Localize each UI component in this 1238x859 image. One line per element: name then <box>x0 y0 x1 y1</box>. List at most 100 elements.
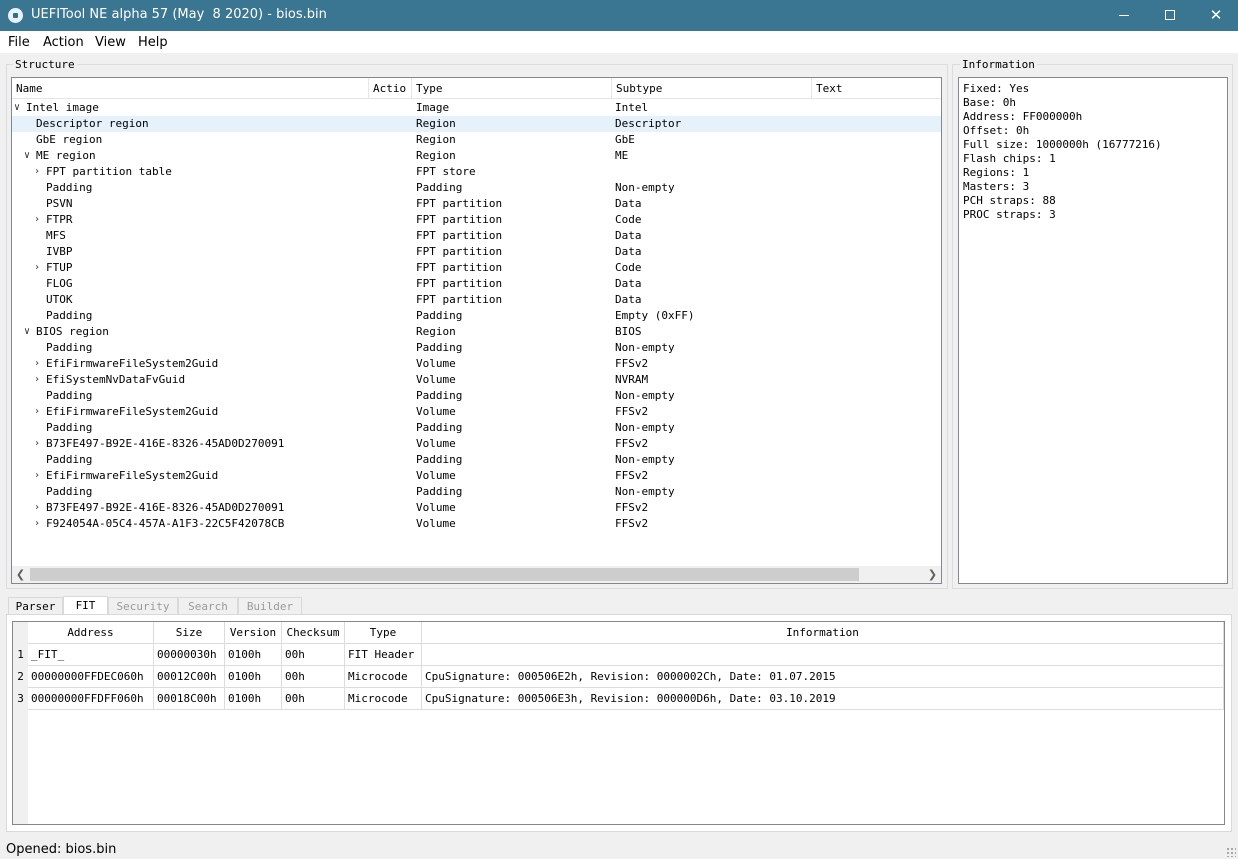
tree-row[interactable]: › F924054A-05C4-457A-A1F3-22C5F42078CB Vol… <box>12 516 941 532</box>
header-subtype[interactable]: Subtype <box>612 78 812 99</box>
menu-action[interactable]: Action <box>43 35 84 50</box>
fit-cell-address: 00000000FFDFF060h <box>28 688 154 710</box>
fit-cell-version: 0100h <box>225 644 282 666</box>
expand-arrow-icon[interactable]: › <box>32 164 42 180</box>
tree-cell-subtype: BIOS <box>615 325 642 338</box>
fit-cell-size: 00018C00h <box>154 688 225 710</box>
table-row[interactable]: 2 00000000FFDEC060h 00012C00h 0100h 00h Micro… <box>13 666 1224 688</box>
structure-tree[interactable]: Name Actio Type Subtype Text ∨ Intel imag… <box>11 77 942 584</box>
tree-row[interactable]: PSVN FPT partition Data <box>12 196 941 212</box>
tree-cell-name: B73FE497-B92E-416E-8326-45AD0D270091 <box>46 501 285 514</box>
tree-cell-subtype: FFSv2 <box>615 405 649 418</box>
tree-row[interactable]: Padding Padding Non-empty <box>12 340 941 356</box>
header-action[interactable]: Actio <box>369 78 412 99</box>
collapse-arrow-icon[interactable]: ∨ <box>22 148 32 164</box>
tree-cell-name: Intel image <box>26 101 99 114</box>
expand-arrow-icon[interactable]: › <box>32 356 42 372</box>
scroll-right-icon[interactable]: ❯ <box>924 566 941 583</box>
maximize-button[interactable] <box>1147 0 1193 31</box>
tree-row[interactable]: Padding Padding Non-empty <box>12 484 941 500</box>
tree-cell-name: Padding <box>46 309 93 322</box>
tree-row[interactable]: › B73FE497-B92E-416E-8326-45AD0D270091 Vol… <box>12 500 941 516</box>
tree-row[interactable]: Padding Padding Non-empty <box>12 180 941 196</box>
expand-arrow-icon[interactable]: › <box>32 260 42 276</box>
tree-row[interactable]: IVBP FPT partition Data <box>12 244 941 260</box>
row-number[interactable]: 1 <box>13 644 28 666</box>
table-row[interactable]: 3 00000000FFDFF060h 00018C00h 0100h 00h Micro… <box>13 688 1224 710</box>
close-button[interactable]: ✕ <box>1193 0 1238 31</box>
tree-row[interactable]: Padding Padding Non-empty <box>12 452 941 468</box>
header-type[interactable]: Type <box>412 78 612 99</box>
tree-cell-name: Padding <box>46 389 93 402</box>
fit-cell-address: _FIT_ <box>28 644 154 666</box>
expand-arrow-icon[interactable]: › <box>32 372 42 388</box>
collapse-arrow-icon[interactable]: ∨ <box>22 324 32 340</box>
scroll-left-icon[interactable]: ❮ <box>12 566 29 583</box>
menu-help[interactable]: Help <box>138 35 168 50</box>
info-line: Address: FF000000h <box>963 110 1083 123</box>
info-line: Regions: 1 <box>963 166 1030 179</box>
tree-row[interactable]: MFS FPT partition Data <box>12 228 941 244</box>
expand-arrow-icon[interactable]: › <box>32 212 42 228</box>
table-row[interactable]: 1 _FIT_ 00000030h 0100h 00h FIT Header <box>13 644 1224 666</box>
row-number[interactable]: 3 <box>13 688 28 710</box>
tree-row[interactable]: ∨ BIOS region Region BIOS <box>12 324 941 340</box>
fit-header-type[interactable]: Type <box>345 622 422 644</box>
tree-row[interactable]: › EfiFirmwareFileSystem2Guid Volume FFSv2 <box>12 356 941 372</box>
tree-row[interactable]: › EfiSystemNvDataFvGuid Volume NVRAM <box>12 372 941 388</box>
tree-row[interactable]: › EfiFirmwareFileSystem2Guid Volume FFSv2 <box>12 468 941 484</box>
minimize-button[interactable] <box>1101 0 1147 31</box>
tree-cell-subtype: Non-empty <box>615 421 675 434</box>
tree-cell-name: Padding <box>46 181 93 194</box>
row-number[interactable]: 2 <box>13 666 28 688</box>
expand-arrow-icon[interactable]: › <box>32 436 42 452</box>
tab-fit[interactable]: FIT <box>63 596 108 615</box>
fit-header-version[interactable]: Version <box>225 622 282 644</box>
tree-cell-name: Padding <box>46 485 93 498</box>
fit-table[interactable]: Address Size Version Checksum Type Infor… <box>12 621 1225 825</box>
tree-row[interactable]: › FTUP FPT partition Code <box>12 260 941 276</box>
header-text[interactable]: Text <box>812 78 941 99</box>
expand-arrow-icon[interactable]: › <box>32 500 42 516</box>
expand-arrow-icon[interactable]: › <box>32 468 42 484</box>
fit-header-checksum[interactable]: Checksum <box>282 622 345 644</box>
menu-view[interactable]: View <box>95 35 126 50</box>
tree-row[interactable]: › FTPR FPT partition Code <box>12 212 941 228</box>
tab-parser[interactable]: Parser <box>8 597 63 615</box>
fit-cell-version: 0100h <box>225 688 282 710</box>
horizontal-scrollbar[interactable]: ❮ ❯ <box>12 566 941 583</box>
tree-row[interactable]: ∨ Intel image Image Intel <box>12 100 941 116</box>
fit-header-address[interactable]: Address <box>28 622 154 644</box>
size-grip-icon[interactable] <box>1226 847 1236 857</box>
scrollbar-thumb[interactable] <box>30 568 859 581</box>
expand-arrow-icon[interactable]: › <box>32 404 42 420</box>
tree-row[interactable]: Descriptor region Region Descriptor <box>12 116 941 132</box>
tree-cell-type: FPT partition <box>416 277 503 290</box>
fit-header-information[interactable]: Information <box>422 622 1224 644</box>
tree-row[interactable]: › B73FE497-B92E-416E-8326-45AD0D270091 Vol… <box>12 436 941 452</box>
tree-row[interactable]: › FPT partition table FPT store <box>12 164 941 180</box>
collapse-arrow-icon[interactable]: ∨ <box>12 100 22 116</box>
tree-cell-name: PSVN <box>46 197 73 210</box>
tree-row[interactable]: UTOK FPT partition Data <box>12 292 941 308</box>
tree-row[interactable]: GbE region Region GbE <box>12 132 941 148</box>
expand-arrow-icon[interactable]: › <box>32 516 42 532</box>
tree-row[interactable]: ∨ ME region Region ME <box>12 148 941 164</box>
tree-cell-name: Descriptor region <box>36 117 149 130</box>
tree-row[interactable]: Padding Padding Empty (0xFF) <box>12 308 941 324</box>
fit-header-size[interactable]: Size <box>154 622 225 644</box>
tree-row[interactable]: Padding Padding Non-empty <box>12 420 941 436</box>
tree-cell-name: MFS <box>46 229 66 242</box>
tree-row[interactable]: Padding Padding Non-empty <box>12 388 941 404</box>
tree-row[interactable]: › EfiFirmwareFileSystem2Guid Volume FFSv2 <box>12 404 941 420</box>
tree-row[interactable]: FLOG FPT partition Data <box>12 276 941 292</box>
header-name[interactable]: Name <box>12 78 369 99</box>
menu-file[interactable]: File <box>8 35 30 50</box>
tree-cell-type: Image <box>416 101 450 114</box>
fit-cell-type: Microcode <box>345 688 422 710</box>
tree-cell-name: UTOK <box>46 293 73 306</box>
information-text[interactable]: Fixed: Yes Base: 0h Address: FF000000h Offs… <box>958 77 1228 584</box>
fit-cell-type: FIT Header <box>345 644 422 666</box>
tree-cell-subtype: Data <box>615 197 642 210</box>
tree-cell-subtype: Non-empty <box>615 389 675 402</box>
